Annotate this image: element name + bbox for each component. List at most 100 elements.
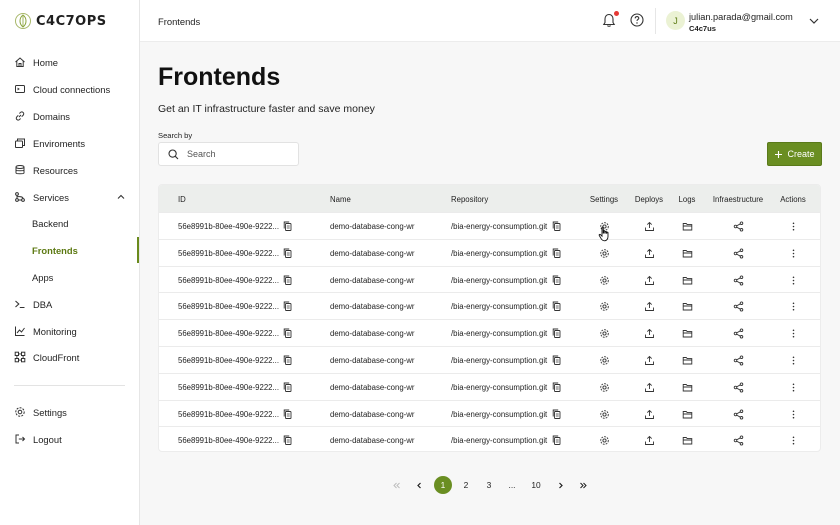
- logs-folder-icon[interactable]: [682, 409, 693, 420]
- logs-folder-icon[interactable]: [682, 248, 693, 259]
- logs-folder-icon[interactable]: [682, 301, 693, 312]
- copy-icon[interactable]: [283, 328, 292, 339]
- deploy-upload-icon[interactable]: [644, 301, 655, 312]
- sidebar-item-monitoring[interactable]: Monitoring: [0, 318, 139, 344]
- table-row[interactable]: 56e8991b-80ee-490e-9222... demo-database-…: [159, 265, 820, 293]
- infrastructure-share-icon[interactable]: [733, 328, 744, 339]
- more-vertical-icon[interactable]: [788, 355, 799, 366]
- infrastructure-share-icon[interactable]: [733, 221, 744, 232]
- more-vertical-icon[interactable]: [788, 435, 799, 446]
- deploy-upload-icon[interactable]: [644, 328, 655, 339]
- sidebar-item-logout[interactable]: Logout: [0, 426, 139, 452]
- first-page-button[interactable]: [387, 476, 405, 494]
- more-vertical-icon[interactable]: [788, 382, 799, 393]
- page-ellipsis[interactable]: ...: [503, 476, 521, 494]
- logs-folder-icon[interactable]: [682, 275, 693, 286]
- copy-icon[interactable]: [283, 301, 292, 312]
- infrastructure-share-icon[interactable]: [733, 301, 744, 312]
- sidebar-item-cloud-connections[interactable]: Cloud connections: [0, 76, 139, 102]
- next-page-button[interactable]: [551, 476, 569, 494]
- settings-gear-icon[interactable]: [599, 248, 610, 259]
- settings-gear-icon[interactable]: [599, 301, 610, 312]
- sidebar-item-services[interactable]: Services: [0, 184, 139, 210]
- table-row[interactable]: 56e8991b-80ee-490e-9222... demo-database-…: [159, 426, 820, 451]
- page-button-3[interactable]: 3: [480, 476, 498, 494]
- settings-gear-icon[interactable]: [599, 409, 610, 420]
- deploy-upload-icon[interactable]: [644, 275, 655, 286]
- table-row[interactable]: 56e8991b-80ee-490e-9222... demo-database-…: [159, 319, 820, 346]
- sidebar-item-enviroments[interactable]: Enviroments: [0, 130, 139, 156]
- copy-icon[interactable]: [552, 435, 561, 446]
- deploy-upload-icon[interactable]: [644, 221, 655, 232]
- settings-gear-icon[interactable]: [599, 275, 610, 286]
- settings-gear-icon[interactable]: [599, 382, 610, 393]
- sidebar-item-domains[interactable]: Domains: [0, 103, 139, 129]
- more-vertical-icon[interactable]: [788, 248, 799, 259]
- logs-folder-icon[interactable]: [682, 221, 693, 232]
- more-vertical-icon[interactable]: [788, 221, 799, 232]
- copy-icon[interactable]: [283, 275, 292, 285]
- sidebar-item-dba[interactable]: DBA: [0, 291, 139, 317]
- infrastructure-share-icon[interactable]: [733, 409, 744, 420]
- settings-gear-icon[interactable]: [599, 328, 610, 339]
- copy-icon[interactable]: [552, 382, 561, 392]
- chevron-up-icon[interactable]: [116, 192, 126, 202]
- logs-folder-icon[interactable]: [682, 328, 693, 339]
- copy-icon[interactable]: [283, 382, 292, 392]
- infrastructure-share-icon[interactable]: [733, 382, 744, 393]
- copy-icon[interactable]: [552, 355, 561, 365]
- sidebar-item-home[interactable]: Home: [0, 49, 139, 75]
- avatar[interactable]: J: [666, 11, 685, 30]
- copy-icon[interactable]: [552, 301, 561, 312]
- more-vertical-icon[interactable]: [788, 328, 799, 339]
- table-row[interactable]: 56e8991b-80ee-490e-9222... demo-database-…: [159, 399, 820, 427]
- table-row[interactable]: 56e8991b-80ee-490e-9222... demo-database-…: [159, 292, 820, 319]
- copy-icon[interactable]: [552, 328, 561, 339]
- more-vertical-icon[interactable]: [788, 409, 799, 420]
- copy-icon[interactable]: [552, 248, 561, 258]
- logs-folder-icon[interactable]: [682, 435, 693, 446]
- copy-icon[interactable]: [552, 221, 561, 231]
- copy-icon[interactable]: [552, 275, 561, 285]
- page-button-1[interactable]: 1: [434, 476, 452, 494]
- table-row[interactable]: 56e8991b-80ee-490e-9222... demo-database-…: [159, 238, 820, 266]
- help-icon[interactable]: [630, 13, 644, 27]
- deploy-upload-icon[interactable]: [644, 248, 655, 259]
- search-box[interactable]: [158, 142, 299, 166]
- deploy-upload-icon[interactable]: [644, 355, 655, 366]
- deploy-upload-icon[interactable]: [644, 435, 655, 446]
- infrastructure-share-icon[interactable]: [733, 275, 744, 286]
- table-row[interactable]: 56e8991b-80ee-490e-9222... demo-database-…: [159, 346, 820, 373]
- sidebar-item-resources[interactable]: Resources: [0, 157, 139, 183]
- page-button-10[interactable]: 10: [527, 476, 545, 494]
- page-button-2[interactable]: 2: [457, 476, 475, 494]
- settings-gear-icon[interactable]: [599, 435, 610, 446]
- infrastructure-share-icon[interactable]: [733, 248, 744, 259]
- table-row[interactable]: 56e8991b-80ee-490e-9222... demo-database-…: [159, 212, 820, 239]
- copy-icon[interactable]: [283, 409, 292, 419]
- prev-page-button[interactable]: [410, 476, 428, 494]
- logs-folder-icon[interactable]: [682, 382, 693, 393]
- infrastructure-share-icon[interactable]: [733, 435, 744, 446]
- sidebar-item-frontends[interactable]: Frontends: [0, 237, 139, 263]
- logs-folder-icon[interactable]: [682, 355, 693, 366]
- sidebar-item-settings[interactable]: Settings: [0, 399, 139, 425]
- copy-icon[interactable]: [283, 355, 292, 365]
- sidebar-item-cloudfront[interactable]: CloudFront: [0, 344, 139, 370]
- infrastructure-share-icon[interactable]: [733, 355, 744, 366]
- copy-icon[interactable]: [283, 435, 292, 446]
- deploy-upload-icon[interactable]: [644, 409, 655, 420]
- sidebar-item-backend[interactable]: Backend: [0, 210, 139, 236]
- deploy-upload-icon[interactable]: [644, 382, 655, 393]
- logo[interactable]: C4C7OPS: [14, 10, 107, 32]
- settings-gear-icon[interactable]: [599, 355, 610, 366]
- copy-icon[interactable]: [283, 248, 292, 258]
- search-input[interactable]: [187, 149, 287, 159]
- create-button[interactable]: Create: [767, 142, 822, 166]
- more-vertical-icon[interactable]: [788, 275, 799, 286]
- table-row[interactable]: 56e8991b-80ee-490e-9222... demo-database-…: [159, 372, 820, 400]
- chevron-down-icon[interactable]: [808, 16, 820, 26]
- sidebar-item-apps[interactable]: Apps: [0, 264, 139, 290]
- copy-icon[interactable]: [552, 409, 561, 419]
- more-vertical-icon[interactable]: [788, 301, 799, 312]
